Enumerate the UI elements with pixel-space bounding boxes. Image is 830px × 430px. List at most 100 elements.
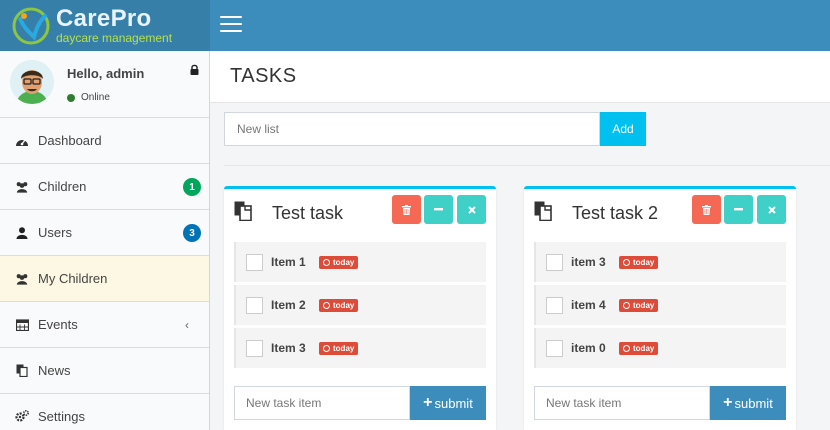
close-icon [767,205,776,214]
minus-icon [434,208,443,211]
clock-icon [623,344,630,352]
carepro-logo-icon [12,7,50,45]
item-label: Item 1 [271,255,306,269]
new-task-input[interactable] [534,386,710,420]
top-navbar [210,0,830,51]
count-badge: 3 [183,224,201,242]
item-checkbox[interactable] [546,339,563,357]
sidebar-item-label: Users [38,225,72,240]
card-header: Test task 2 [524,189,796,236]
item-checkbox[interactable] [546,253,563,271]
user-greeting: Hello, admin [67,66,145,81]
divider [224,165,830,166]
list-item: item 3 today [534,242,786,282]
sidebar-item-settings[interactable]: Settings [0,394,209,430]
brand-logo[interactable]: CarePro daycare management [0,0,210,51]
new-task-form: +submit [234,386,486,420]
sidebar-item-label: Events [38,317,78,332]
due-badge: today [619,341,659,355]
due-badge: today [319,255,359,269]
page-title: TASKS [230,65,297,87]
plus-icon: + [423,394,433,411]
clock-icon [623,301,630,309]
item-checkbox[interactable] [246,339,263,357]
due-badge: today [319,298,359,312]
sidebar-item-label: Settings [38,409,85,424]
minus-icon [734,208,743,211]
item-label: Item 3 [271,341,306,355]
copy-icon [234,201,252,222]
collapse-button[interactable] [724,195,753,224]
task-list-card: Test task Item 1 today Item 2 today Item… [224,186,496,430]
lock-icon[interactable] [190,63,199,75]
sidebar-item-events[interactable]: Events ‹ [0,302,209,348]
item-checkbox[interactable] [246,253,263,271]
close-icon [467,205,476,214]
add-list-button[interactable]: Add [600,112,646,146]
sidebar-item-users[interactable]: Users 3 [0,210,209,256]
card-title: Test task 2 [572,203,659,223]
item-label: Item 2 [271,298,306,312]
submit-task-button[interactable]: + submit [410,386,486,420]
users-icon [15,272,29,286]
collapse-button[interactable] [424,195,453,224]
list-item: Item 3 today [234,328,486,368]
sidebar-item-children[interactable]: Children 1 [0,164,209,210]
sidebar: Hello, admin Online Dashboard Children 1… [0,51,210,430]
new-list-form: Add [224,112,646,146]
sidebar-item-dashboard[interactable]: Dashboard [0,118,209,164]
due-badge: today [619,255,659,269]
item-checkbox[interactable] [546,296,563,314]
sidebar-item-news[interactable]: News [0,348,209,394]
item-label: item 3 [571,255,606,269]
sidebar-item-my-children[interactable]: My Children [0,256,209,302]
sidebar-item-label: Dashboard [38,133,102,148]
delete-list-button[interactable] [392,195,421,224]
copy-icon [15,364,29,378]
clock-icon [323,301,330,309]
delete-list-button[interactable] [692,195,721,224]
list-item: Item 1 today [234,242,486,282]
list-item: item 4 today [534,285,786,325]
clock-icon [623,258,630,266]
chevron-left-icon[interactable]: ‹ [185,318,189,332]
close-button[interactable] [757,195,786,224]
status-label: Online [81,92,110,103]
sidebar-item-label: News [38,363,71,378]
count-badge: 1 [183,178,201,196]
close-button[interactable] [457,195,486,224]
card-title: Test task [272,203,344,223]
online-dot-icon [67,93,75,102]
submit-task-button[interactable]: + submit [710,386,786,420]
plus-icon: + [723,394,733,411]
calendar-icon [15,318,29,332]
user-status: Online [67,92,110,103]
item-label: item 0 [571,341,606,355]
sidebar-toggle-icon[interactable] [220,16,242,34]
trash-icon [402,204,411,215]
list-item: Item 2 today [234,285,486,325]
clock-icon [323,258,330,266]
dashboard-icon [15,134,29,148]
new-list-input[interactable] [224,112,600,146]
clock-icon [323,344,330,352]
new-task-input[interactable] [234,386,410,420]
new-task-form: +submit [534,386,786,420]
content-header: TASKS [210,51,830,103]
sidebar-item-label: My Children [38,271,108,286]
item-label: item 4 [571,298,606,312]
task-list-card: Test task 2 item 3 today item 4 today it… [524,186,796,430]
list-item: item 0 today [534,328,786,368]
due-badge: today [619,298,659,312]
sidebar-item-label: Children [38,179,87,194]
card-header: Test task [224,189,496,236]
avatar [10,60,54,104]
brand-title: CarePro [56,5,152,32]
item-checkbox[interactable] [246,296,263,314]
copy-icon [534,201,552,222]
user-icon [15,226,29,240]
users-icon [15,180,29,194]
trash-icon [702,204,711,215]
gears-icon [15,410,29,424]
user-panel: Hello, admin Online [0,51,209,118]
